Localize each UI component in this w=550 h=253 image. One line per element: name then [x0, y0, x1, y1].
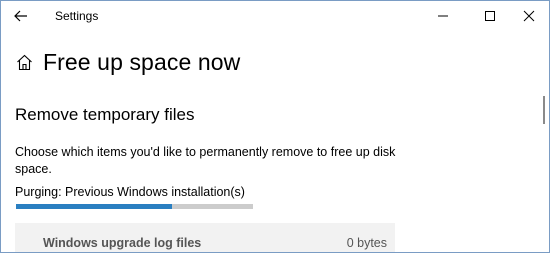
- page-title: Free up space now: [43, 49, 241, 75]
- list-item[interactable]: Windows upgrade log files 0 bytes: [15, 223, 395, 252]
- maximize-button[interactable]: [478, 5, 502, 27]
- section-description: Choose which items you'd like to permane…: [15, 145, 396, 176]
- back-arrow-icon: [14, 10, 27, 22]
- item-label: Windows upgrade log files: [43, 236, 202, 250]
- window-title: Settings: [55, 9, 99, 23]
- maximize-icon: [485, 11, 495, 21]
- minimize-icon: [438, 15, 448, 17]
- progress-fill: [16, 204, 173, 209]
- title-bar: Settings: [1, 1, 549, 31]
- settings-window: Settings Free up space now Remove tempor…: [0, 0, 550, 253]
- purging-status: Purging: Previous Windows installation(s…: [15, 185, 245, 199]
- section-title: Remove temporary files: [15, 105, 195, 124]
- page-header: Free up space now: [15, 49, 240, 76]
- minimize-button[interactable]: [431, 5, 455, 27]
- scrollbar[interactable]: [543, 96, 545, 124]
- home-icon[interactable]: [15, 54, 33, 72]
- progress-bar: [16, 204, 253, 209]
- item-size: 0 bytes: [346, 236, 387, 250]
- back-button[interactable]: [9, 5, 33, 27]
- close-icon: [523, 10, 535, 22]
- close-button[interactable]: [517, 5, 541, 27]
